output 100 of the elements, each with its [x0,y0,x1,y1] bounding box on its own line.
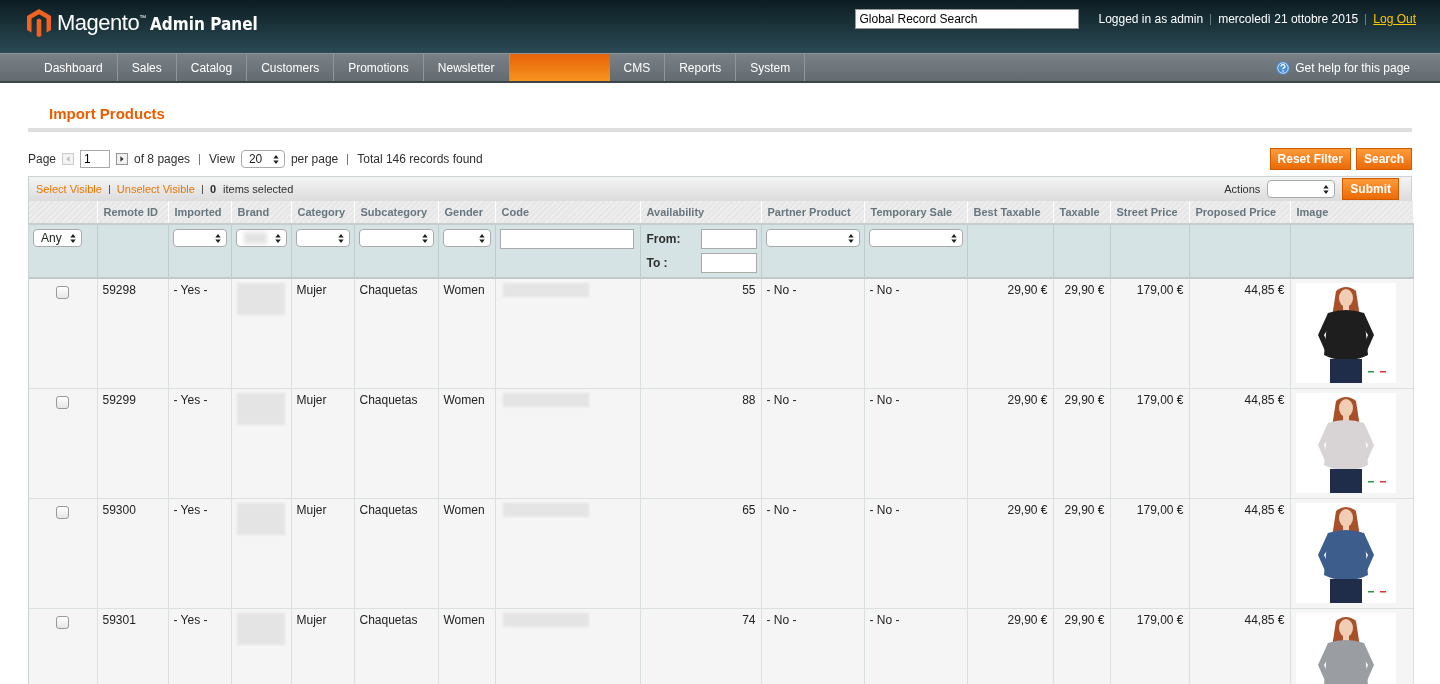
page-title: Import Products [28,83,1412,132]
from-label: From: [646,232,681,246]
column-header[interactable]: Code [501,206,529,218]
table-cell: Mujer [296,392,327,407]
user-label: Logged in as admin [1098,12,1204,26]
table-cell: 44,85 € [1244,502,1285,517]
table-cell: Mujer [296,612,327,627]
unselect-visible-link[interactable]: Unselect Visible [116,183,195,195]
from-field[interactable] [700,229,757,249]
menu-tab[interactable]: CMS [609,54,666,81]
page-label: Page [28,152,57,166]
menu-tab[interactable]: Reports [665,54,737,81]
filter-select[interactable] [235,229,287,247]
submit-button[interactable]: Submit [1342,178,1399,200]
page-count: of 8 pages [134,152,191,166]
filter-select[interactable] [172,229,227,247]
table-cell: 44,85 € [1244,392,1285,407]
updown-caret-icon [950,233,957,243]
table-cell: Women [443,283,485,297]
menu-tab[interactable]: System [736,54,806,81]
table-cell: - Yes - [173,392,208,407]
menu-tab[interactable]: Customers [247,54,335,81]
table-cell: Chaquetas [359,502,418,517]
date-label: mercoledì 21 ottobre 2015 [1218,12,1359,26]
row-checkbox[interactable] [56,286,70,299]
updown-caret-icon [214,233,221,243]
table-cell: 29,90 € [1064,612,1105,627]
selected-count: 0 [209,183,217,195]
table-cell: - No - [869,283,900,297]
filter-select[interactable] [358,229,434,247]
row-checkbox[interactable] [56,505,70,519]
table-cell: Women [443,612,485,627]
table-cell: - No - [766,392,797,407]
filter-field[interactable] [499,229,634,249]
updown-caret-icon [1323,184,1330,194]
table-cell: Mujer [296,502,327,517]
selected-label: items selected [223,183,294,195]
table-cell: Chaquetas [359,283,418,297]
table-cell: - No - [869,612,900,627]
table-cell: - No - [869,502,900,517]
updown-caret-icon [274,233,281,243]
to-field[interactable] [700,253,757,273]
table-cell: - No - [766,612,797,627]
per-page-select[interactable]: 20 [240,150,285,168]
table-cell: Women [443,392,485,407]
menu-tab[interactable]: Sales [117,54,177,81]
table-cell: 179,00 € [1136,502,1184,517]
table-cell: 59300 [102,502,136,517]
menu-tab[interactable]: Promotions [334,54,424,81]
updown-caret-icon [478,233,485,243]
menu-tab[interactable]: Catalog [176,54,248,81]
filter-select[interactable] [442,229,491,247]
updown-caret-icon [69,233,76,243]
table-cell: 179,00 € [1136,392,1184,407]
logo-subtitle: Admin Panel [149,12,258,34]
table-cell: Chaquetas [359,392,418,407]
actions-select[interactable] [1267,180,1336,198]
select-visible-link[interactable]: Select Visible [36,183,102,195]
record-count: Total 146 records found [357,152,483,166]
filter-select[interactable] [765,229,860,247]
table-cell: 74 [742,612,756,627]
table-cell: - Yes - [173,612,208,627]
menu-tab[interactable] [509,54,610,81]
table-cell: 179,00 € [1136,283,1184,297]
table-cell: 29,90 € [1007,392,1048,407]
actions-label: Actions [1224,183,1261,195]
table-cell: 29,90 € [1007,502,1048,517]
logout-link[interactable]: Log Out [1373,12,1416,26]
column-header[interactable]: Image [1296,206,1329,218]
table-cell: 59299 [102,392,136,407]
table-cell: 29,90 € [1064,283,1105,297]
search-button[interactable]: Search [1355,148,1412,170]
table-cell: 59298 [102,283,136,297]
page-field[interactable]: 1 [80,150,111,168]
view-label: View [209,152,235,166]
filter-select[interactable]: Any [33,229,82,247]
row-checkbox[interactable] [56,615,70,629]
help-icon [1276,60,1291,75]
updown-caret-icon [421,233,428,243]
table-cell: 29,90 € [1064,392,1105,407]
reset-filter-button[interactable]: Reset Filter [1269,148,1351,170]
table-cell: 59301 [102,612,136,627]
table-cell: 55 [742,283,756,297]
table-cell: 65 [742,502,756,517]
table-cell: 44,85 € [1244,283,1285,297]
table-cell: 179,00 € [1136,612,1184,627]
menu-tab[interactable]: Newsletter [423,54,510,81]
table-cell: - No - [766,502,797,517]
table-cell: Chaquetas [359,612,418,627]
row-checkbox[interactable] [56,395,70,409]
help-link[interactable]: Get help for this page [1295,60,1410,75]
table-cell: 29,90 € [1007,612,1048,627]
table-cell: - Yes - [173,502,208,517]
filter-select[interactable] [295,229,350,247]
filter-select[interactable] [868,229,963,247]
search-field[interactable]: Global Record Search [855,9,1080,29]
menu-tab[interactable]: Dashboard [30,54,118,81]
table-cell: - No - [766,283,797,297]
next-page-icon[interactable] [116,153,129,165]
to-label: To : [646,256,668,270]
